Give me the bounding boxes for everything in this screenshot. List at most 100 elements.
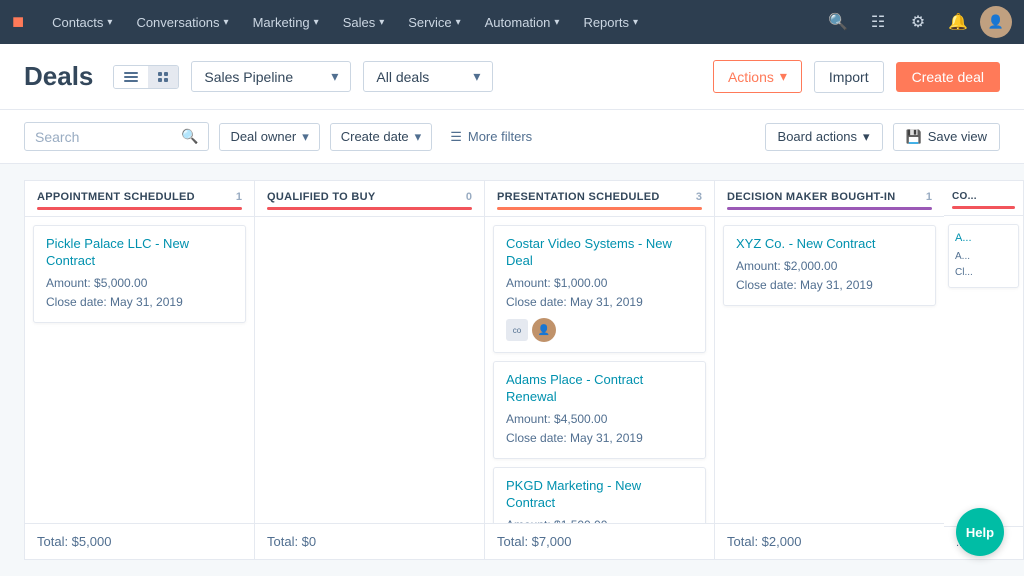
grid-view-button[interactable]	[148, 66, 178, 88]
column-cards: XYZ Co. - New Contract Amount: $2,000.00…	[715, 217, 944, 523]
nav-item-automation[interactable]: Automation ▾	[473, 0, 572, 44]
conversations-chevron-icon: ▾	[224, 17, 229, 28]
board-actions-button[interactable]: Board actions ▾	[765, 123, 883, 151]
pipeline-chevron-icon: ▾	[331, 68, 338, 85]
nav-item-service[interactable]: Service ▾	[396, 0, 472, 44]
deal-close-date: Close date: May 31, 2019	[46, 293, 233, 312]
create-date-chevron-icon: ▾	[415, 129, 422, 145]
marketplace-icon[interactable]: ☷	[860, 4, 896, 40]
hubspot-logo[interactable]: ■	[12, 11, 24, 34]
column-count: 1	[236, 191, 242, 203]
column-bar	[37, 207, 242, 210]
column-count: 1	[926, 191, 932, 203]
contacts-chevron-icon: ▾	[107, 17, 112, 28]
all-deals-chevron-icon: ▾	[473, 68, 480, 85]
search-icon: 🔍	[181, 128, 198, 145]
actions-chevron-icon: ▾	[780, 68, 787, 85]
deal-card[interactable]: PKGD Marketing - New Contract Amount: $1…	[493, 467, 706, 523]
deal-title: A...	[955, 231, 1012, 245]
column-cards	[255, 217, 484, 523]
more-filters-icon: ☰	[450, 129, 462, 145]
column-title: DECISION MAKER BOUGHT-IN	[727, 191, 896, 203]
search-box[interactable]: 🔍	[24, 122, 209, 151]
save-view-button[interactable]: 💾 Save view	[893, 123, 1000, 151]
column-bar	[497, 207, 702, 210]
deal-amount: Amount: $2,000.00	[736, 257, 923, 276]
deal-close-date: Close date: May 31, 2019	[506, 429, 693, 448]
deal-owner-label: Deal owner	[230, 129, 296, 144]
column-title: APPOINTMENT SCHEDULED	[37, 191, 195, 203]
column-qualified-to-buy: QUALIFIED TO BUY 0 Total: $0	[254, 180, 484, 560]
pipeline-selector[interactable]: Sales Pipeline ▾	[191, 61, 351, 92]
board-actions-label: Board actions	[778, 129, 858, 144]
column-header: PRESENTATION SCHEDULED 3	[485, 181, 714, 217]
nav-items-list: Contacts ▾ Conversations ▾ Marketing ▾ S…	[40, 0, 820, 44]
list-view-button[interactable]	[114, 66, 148, 88]
service-chevron-icon: ▾	[456, 17, 461, 28]
column-title: QUALIFIED TO BUY	[267, 191, 376, 203]
automation-chevron-icon: ▾	[554, 17, 559, 28]
column-header: CO...	[944, 181, 1023, 216]
column-appointment-scheduled: APPOINTMENT SCHEDULED 1 Pickle Palace LL…	[24, 180, 254, 560]
grid-icon	[158, 72, 168, 82]
import-button[interactable]: Import	[814, 61, 884, 93]
deal-close-date: Cl...	[955, 265, 1012, 281]
help-button[interactable]: Help	[956, 508, 1004, 556]
column-decision-maker: DECISION MAKER BOUGHT-IN 1 XYZ Co. - New…	[714, 180, 944, 560]
deal-amount: Amount: $1,000.00	[506, 274, 693, 293]
nav-item-contacts[interactable]: Contacts ▾	[40, 0, 124, 44]
deal-title: XYZ Co. - New Contract	[736, 236, 923, 253]
column-cards: A... A... Cl...	[944, 216, 1023, 526]
more-filters-button[interactable]: ☰ More filters	[442, 124, 540, 150]
create-deal-button[interactable]: Create deal	[896, 62, 1000, 92]
deal-close-date: Close date: May 31, 2019	[506, 293, 693, 312]
deal-close-date: Close date: May 31, 2019	[736, 276, 923, 295]
deal-card[interactable]: A... A... Cl...	[948, 224, 1019, 288]
column-title: PRESENTATION SCHEDULED	[497, 191, 660, 203]
column-count: 3	[696, 191, 702, 203]
deal-amount: Amount: $4,500.00	[506, 410, 693, 429]
card-avatars: co 👤	[506, 318, 693, 342]
deal-card[interactable]: Pickle Palace LLC - New Contract Amount:…	[33, 225, 246, 323]
column-cards: Costar Video Systems - New Deal Amount: …	[485, 217, 714, 523]
create-date-filter[interactable]: Create date ▾	[330, 123, 432, 151]
list-icon	[124, 72, 138, 82]
deal-title: PKGD Marketing - New Contract	[506, 478, 693, 512]
actions-button[interactable]: Actions ▾	[713, 60, 802, 93]
nav-item-sales[interactable]: Sales ▾	[331, 0, 397, 44]
deal-card[interactable]: XYZ Co. - New Contract Amount: $2,000.00…	[723, 225, 936, 306]
column-header: APPOINTMENT SCHEDULED 1	[25, 181, 254, 217]
column-count: 0	[466, 191, 472, 203]
search-icon[interactable]: 🔍	[820, 4, 856, 40]
save-view-label: Save view	[928, 129, 987, 144]
column-bar	[727, 207, 932, 210]
column-total: Total: $2,000	[727, 534, 801, 549]
page-header: Deals Sales Pipeline ▾ All deals ▾ Actio…	[0, 44, 1024, 110]
filter-bar: 🔍 Deal owner ▾ Create date ▾ ☰ More filt…	[0, 110, 1024, 164]
column-header: QUALIFIED TO BUY 0	[255, 181, 484, 217]
user-avatar[interactable]: 👤	[980, 6, 1012, 38]
column-footer: Total: $5,000	[25, 523, 254, 559]
deal-card[interactable]: Adams Place - Contract Renewal Amount: $…	[493, 361, 706, 459]
create-date-label: Create date	[341, 129, 409, 144]
settings-icon[interactable]: ⚙	[900, 4, 936, 40]
pipeline-label: Sales Pipeline	[204, 69, 293, 85]
deal-amount: Amount: $5,000.00	[46, 274, 233, 293]
notifications-icon[interactable]: 🔔	[940, 4, 976, 40]
column-footer: Total: $2,000	[715, 523, 944, 559]
marketing-chevron-icon: ▾	[314, 17, 319, 28]
sales-chevron-icon: ▾	[379, 17, 384, 28]
nav-item-reports[interactable]: Reports ▾	[571, 0, 650, 44]
deal-owner-filter[interactable]: Deal owner ▾	[219, 123, 319, 151]
column-total: Total: $0	[267, 534, 316, 549]
column-footer: Total: $0	[255, 523, 484, 559]
nav-item-conversations[interactable]: Conversations ▾	[124, 0, 240, 44]
column-bar	[952, 206, 1015, 209]
deal-card[interactable]: Costar Video Systems - New Deal Amount: …	[493, 225, 706, 353]
nav-item-marketing[interactable]: Marketing ▾	[241, 0, 331, 44]
column-bar	[267, 207, 472, 210]
search-input[interactable]	[35, 129, 175, 145]
column-presentation-scheduled: PRESENTATION SCHEDULED 3 Costar Video Sy…	[484, 180, 714, 560]
all-deals-selector[interactable]: All deals ▾	[363, 61, 493, 92]
column-cards: Pickle Palace LLC - New Contract Amount:…	[25, 217, 254, 523]
